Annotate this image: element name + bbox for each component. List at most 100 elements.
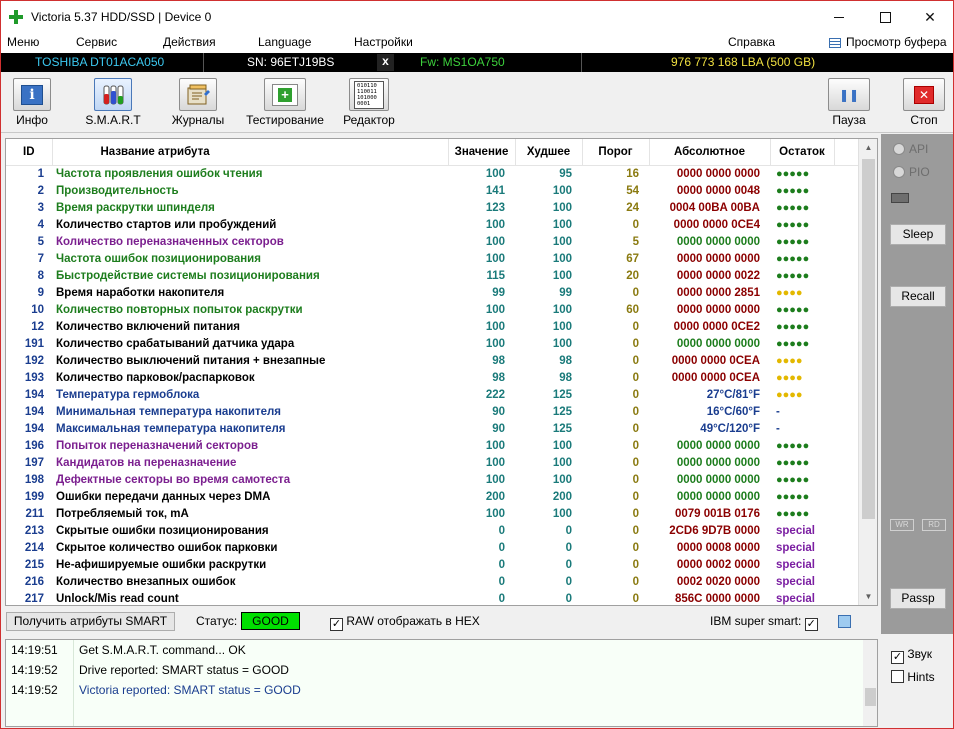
log-scroll-thumb[interactable] [865, 688, 876, 706]
cell-name: Температура гермоблока [56, 388, 200, 401]
table-row[interactable]: 8 Быстродействие системы позиционирования… [6, 267, 858, 284]
table-row[interactable]: 9 Время наработки накопителя 99 99 0 0000 000… [6, 284, 858, 301]
table-row[interactable]: 2 Производительность 141 100 54 0000 0000 004… [6, 182, 858, 199]
cell-raw: 0000 0008 0000 [676, 541, 760, 554]
drive-close-icon[interactable]: x [377, 54, 394, 71]
table-row[interactable]: 191 Количество срабатываний датчика удара… [6, 335, 858, 352]
table-row[interactable]: 1 Частота проявления ошибок чтения 100 95 16… [6, 165, 858, 182]
table-row[interactable]: 192 Количество выключений питания + внеза… [6, 352, 858, 369]
col-header-name[interactable]: Название атрибута [52, 139, 449, 166]
cell-rem: ●●●● [776, 354, 803, 367]
stop-button[interactable]: ✕ Стоп [903, 78, 945, 130]
table-row[interactable]: 215 Не-афишируемые ошибки раскрутки 0 0 0 000… [6, 556, 858, 573]
scroll-up-icon[interactable]: ▲ [859, 139, 878, 156]
recall-button[interactable]: Recall [890, 286, 946, 307]
close-button[interactable]: ✕ [907, 1, 953, 33]
right-control-panel: API PIO Sleep Recall WR RD Passp [881, 134, 953, 634]
table-row[interactable]: 193 Количество парковок/распарковок 98 98 0 0… [6, 369, 858, 386]
pause-button[interactable]: ❚❚ Пауза [828, 78, 870, 130]
col-header-value[interactable]: Значение [448, 139, 516, 166]
scroll-thumb[interactable] [862, 159, 875, 519]
table-row[interactable]: 194 Температура гермоблока 222 125 0 27°C/81°… [6, 386, 858, 403]
cell-value: 100 [485, 167, 505, 180]
table-row[interactable]: 4 Количество стартов или пробуждений 100 10… [6, 216, 858, 233]
scroll-down-icon[interactable]: ▼ [859, 588, 878, 605]
menu-language[interactable]: Language [258, 35, 311, 49]
table-row[interactable]: 216 Количество внезапных ошибок 0 0 0 0002 00… [6, 573, 858, 590]
table-row[interactable]: 194 Минимальная температура накопителя 90 1… [6, 403, 858, 420]
hints-checkbox[interactable]: Hints [891, 670, 935, 684]
menu-settings[interactable]: Настройки [354, 35, 413, 49]
menu-help[interactable]: Справка [728, 35, 775, 49]
testing-button[interactable]: + Тестирование [244, 78, 326, 130]
table-row[interactable]: 3 Время раскрутки шпинделя 123 100 24 0004 00… [6, 199, 858, 216]
minimize-button[interactable] [816, 1, 862, 33]
info-label: Инфо [16, 113, 48, 127]
table-row[interactable]: 214 Скрытое количество ошибок парковки 0 0 0… [6, 539, 858, 556]
cell-id: 213 [24, 524, 44, 537]
cell-value: 100 [485, 235, 505, 248]
maximize-button[interactable] [862, 1, 908, 33]
drive-firmware: Fw: MS1OA750 [420, 55, 505, 69]
raw-hex-checkbox[interactable]: ✓ RAW отображать в HEX [330, 614, 480, 631]
cell-id: 10 [31, 303, 44, 316]
cell-raw: 0000 0000 0022 [676, 269, 760, 282]
binary-icon: 010110 110011 101000 0001 [354, 80, 384, 109]
table-scrollbar[interactable]: ▲ ▼ [858, 139, 877, 605]
cell-value: 90 [492, 422, 505, 435]
menu-actions[interactable]: Действия [163, 35, 216, 49]
menu-main[interactable]: Меню [7, 35, 39, 49]
table-row[interactable]: 10 Количество повторных попыток раскрутки… [6, 301, 858, 318]
smart-table[interactable]: ID Название атрибута Значение Худшее Пор… [5, 138, 878, 606]
cell-thr: 60 [626, 303, 639, 316]
logs-button[interactable]: Журналы [169, 78, 227, 130]
drive-model: TOSHIBA DT01ACA050 [35, 55, 165, 69]
col-header-id[interactable]: ID [6, 139, 53, 166]
pio-radio[interactable]: PIO [893, 165, 930, 179]
table-row[interactable]: 197 Кандидатов на переназначение 100 100 0 00… [6, 454, 858, 471]
log-time: 14:19:52 [11, 683, 58, 697]
color-indicator[interactable] [838, 615, 851, 628]
cell-worst: 100 [552, 252, 572, 265]
table-row[interactable]: 194 Максимальная температура накопителя 90… [6, 420, 858, 437]
col-header-raw[interactable]: Абсолютное [649, 139, 771, 166]
app-logo-icon [9, 10, 23, 24]
cell-id: 191 [24, 337, 44, 350]
table-row[interactable]: 217 Unlock/Mis read count 0 0 0 856C 0000 000… [6, 590, 858, 605]
col-header-worst[interactable]: Худшее [515, 139, 583, 166]
cell-name: Количество переназначенных секторов [56, 235, 284, 248]
col-header-remain[interactable]: Остаток [770, 139, 835, 166]
cell-worst: 0 [565, 524, 572, 537]
pause-icon: ❚❚ [828, 78, 870, 111]
table-row[interactable]: 213 Скрытые ошибки позиционирования 0 0 0 2CD… [6, 522, 858, 539]
table-header-row: ID Название атрибута Значение Худшее Пор… [6, 139, 858, 166]
table-row[interactable]: 199 Ошибки передачи данных через DMA 200 20… [6, 488, 858, 505]
table-row[interactable]: 12 Количество включений питания 100 100 0 000… [6, 318, 858, 335]
editor-button[interactable]: 010110 110011 101000 0001 Редактор [341, 78, 397, 130]
smart-table-body: 1 Частота проявления ошибок чтения 100 95 16… [6, 165, 858, 605]
table-row[interactable]: 7 Частота ошибок позиционирования 100 100 67… [6, 250, 858, 267]
table-row[interactable]: 211 Потребляемый ток, mA 100 100 0 0079 001B … [6, 505, 858, 522]
cell-worst: 100 [552, 439, 572, 452]
cell-name: Количество выключений питания + внезапны… [56, 354, 326, 367]
sound-checkbox[interactable]: ✓ Звук [891, 647, 932, 664]
log-panel[interactable]: 14:19:51 Get S.M.A.R.T. command... OK 14:1… [5, 639, 878, 727]
victoria-window: Victoria 5.37 HDD/SSD | Device 0 ✕ Меню … [0, 0, 954, 729]
status-label: Статус: [196, 614, 238, 628]
log-scrollbar[interactable] [863, 640, 877, 726]
sleep-button[interactable]: Sleep [890, 224, 946, 245]
table-row[interactable]: 198 Дефектные секторы во время самотеста 1… [6, 471, 858, 488]
info-button[interactable]: i Инфо [11, 78, 53, 130]
cell-rem: special [776, 524, 815, 537]
cell-thr: 0 [632, 524, 639, 537]
passp-button[interactable]: Passp [890, 588, 946, 609]
col-header-threshold[interactable]: Порог [582, 139, 650, 166]
api-radio[interactable]: API [893, 142, 928, 156]
table-row[interactable]: 5 Количество переназначенных секторов 100 1… [6, 233, 858, 250]
get-smart-button[interactable]: Получить атрибуты SMART [6, 612, 175, 631]
smart-button[interactable]: S.M.A.R.T [85, 78, 141, 130]
menu-service[interactable]: Сервис [76, 35, 117, 49]
table-row[interactable]: 196 Попыток переназначений секторов 100 100… [6, 437, 858, 454]
ibm-super-smart[interactable]: IBM super smart: ✓ [710, 614, 818, 631]
menu-buffer-view[interactable]: Просмотр буфера [846, 35, 947, 49]
